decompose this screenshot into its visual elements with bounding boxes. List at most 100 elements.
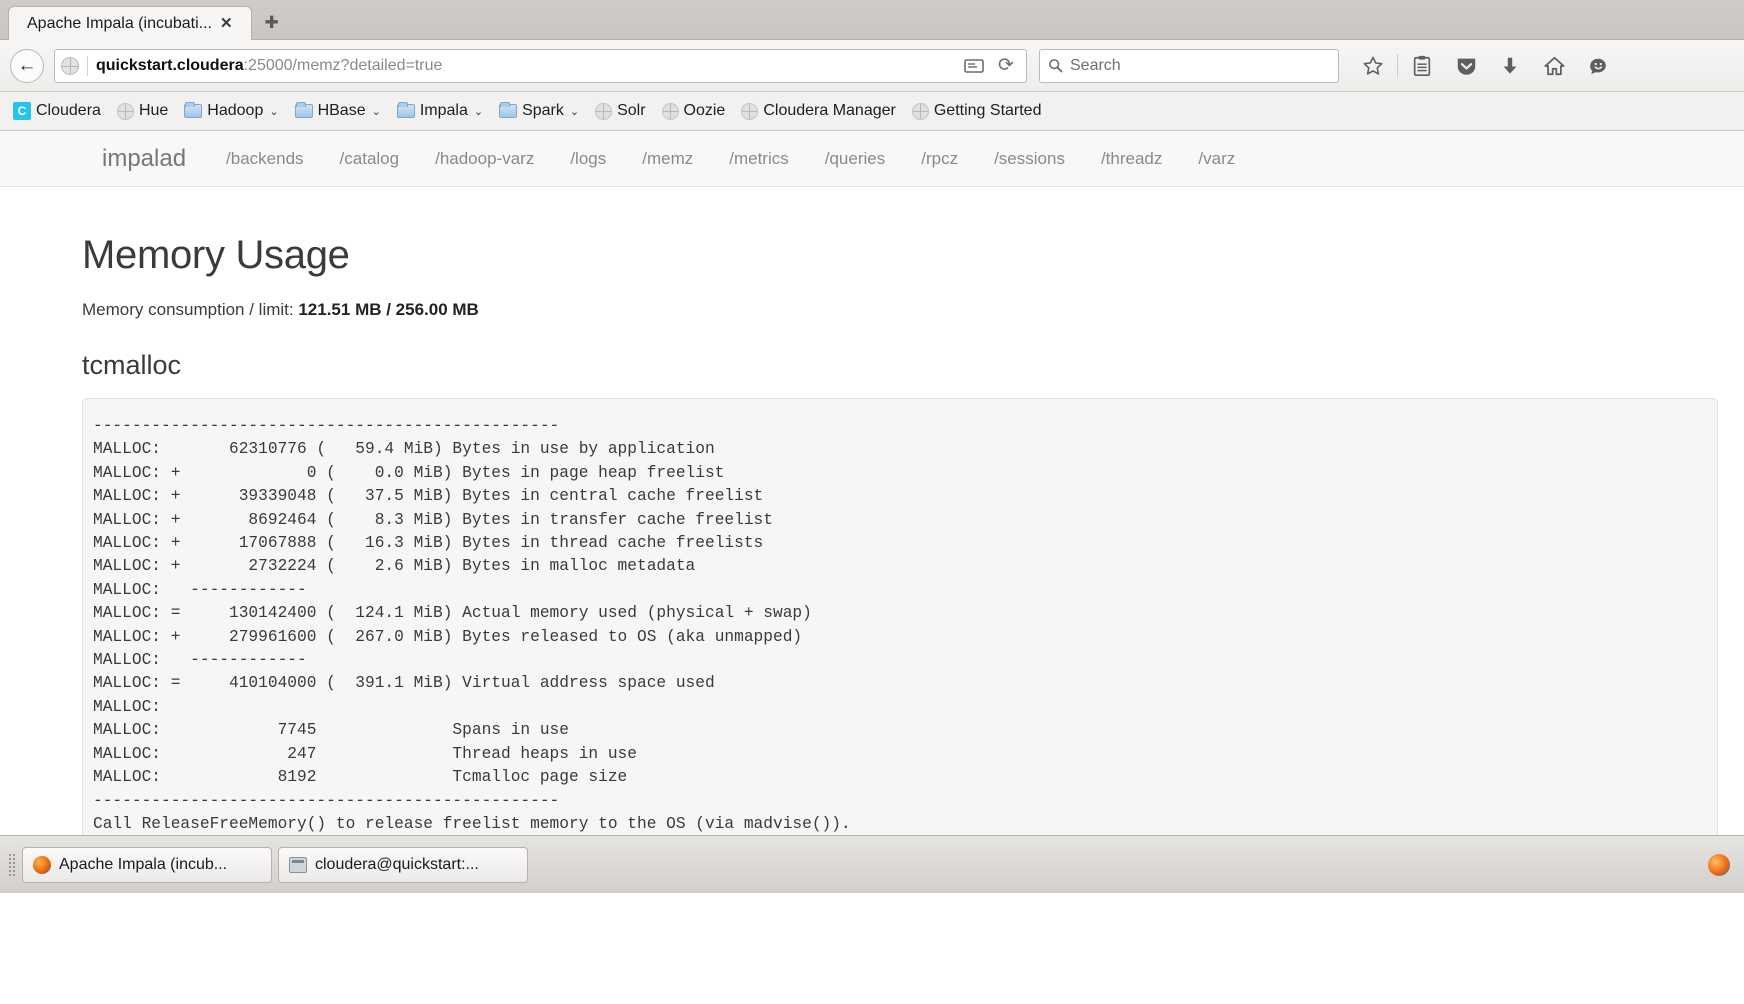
sync-smiley-icon[interactable] bbox=[1578, 49, 1618, 83]
chevron-down-icon[interactable]: ⌄ bbox=[570, 105, 579, 118]
browser-tab[interactable]: Apache Impala (incubati... ✕ bbox=[8, 6, 252, 40]
url-path: :25000/memz?detailed=true bbox=[243, 56, 443, 74]
bookmark-label: Hadoop bbox=[207, 102, 264, 119]
bookmark-label: Spark bbox=[522, 102, 564, 119]
page-title: Memory Usage bbox=[82, 233, 350, 277]
impala-nav-link-logs[interactable]: /logs bbox=[552, 149, 624, 169]
bookmark-label: Hue bbox=[138, 102, 169, 119]
bookmark-hue[interactable]: Hue bbox=[110, 99, 175, 123]
folder-icon bbox=[294, 102, 313, 118]
chevron-down-icon[interactable]: ⌄ bbox=[474, 105, 483, 118]
downloads-icon[interactable] bbox=[1490, 49, 1530, 83]
impala-nav-link-varz[interactable]: /varz bbox=[1180, 149, 1253, 169]
browser-tab-title: Apache Impala (incubati... bbox=[27, 14, 212, 32]
globe-icon bbox=[661, 102, 679, 120]
globe-icon bbox=[911, 102, 929, 120]
impala-nav-link-metrics[interactable]: /metrics bbox=[711, 149, 807, 169]
folder-icon bbox=[499, 102, 518, 118]
home-icon[interactable] bbox=[1534, 49, 1574, 83]
library-glyph bbox=[1413, 55, 1431, 76]
desktop-taskbar: Apache Impala (incub... cloudera@quicksta… bbox=[0, 835, 1744, 893]
bookmark-impala[interactable]: Impala ⌄ bbox=[390, 99, 490, 123]
impalad-brand[interactable]: impalad bbox=[80, 145, 208, 173]
cloudera-logo-icon: C bbox=[13, 102, 31, 120]
globe-icon bbox=[116, 102, 134, 120]
bookmark-star-icon[interactable] bbox=[1353, 49, 1393, 83]
system-tray bbox=[1708, 853, 1736, 876]
page-content: Memory Usage Memory consumption / limit:… bbox=[0, 187, 1744, 893]
taskbar-item[interactable]: Apache Impala (incub... bbox=[22, 846, 272, 883]
bookmark-solr[interactable]: Solr bbox=[588, 99, 652, 123]
tcmalloc-output: ----------------------------------------… bbox=[82, 398, 1718, 893]
back-button[interactable]: ← bbox=[10, 48, 44, 83]
globe-icon bbox=[595, 102, 613, 120]
search-icon bbox=[1049, 59, 1063, 73]
close-icon[interactable]: ✕ bbox=[212, 16, 241, 31]
smiley-glyph bbox=[1589, 58, 1606, 74]
bookmark-label: Cloudera Manager bbox=[763, 102, 896, 119]
toolbar-icons bbox=[1353, 49, 1618, 83]
home-glyph bbox=[1543, 56, 1565, 75]
pocket-glyph bbox=[1457, 58, 1475, 75]
bookmark-oozie[interactable]: Oozie bbox=[655, 99, 733, 123]
search-input[interactable]: Search bbox=[1070, 57, 1121, 75]
bookmark-getting-started[interactable]: Getting Started bbox=[905, 99, 1049, 123]
impala-nav-link-sessions[interactable]: /sessions bbox=[976, 149, 1083, 169]
library-icon[interactable] bbox=[1402, 49, 1442, 83]
taskbar-grip[interactable] bbox=[8, 852, 16, 878]
taskbar-item-label: Apache Impala (incub... bbox=[59, 855, 228, 873]
folder-icon bbox=[396, 102, 415, 118]
bookmark-hadoop[interactable]: Hadoop ⌄ bbox=[177, 99, 285, 123]
bookmark-label: Oozie bbox=[683, 102, 726, 119]
memory-consumption-value: 121.51 MB / 256.00 MB bbox=[298, 300, 479, 319]
reader-mode-icon[interactable] bbox=[960, 53, 988, 79]
memory-consumption-label: Memory consumption / limit: bbox=[82, 300, 299, 319]
bookmarks-bar: C Cloudera Hue Hadoop ⌄ HBase ⌄ Impala ⌄ Spark ⌄ So… bbox=[0, 92, 1744, 131]
bookmark-label: Getting Started bbox=[933, 102, 1042, 119]
page-viewport: impalad /backends/catalog/hadoop-varz/lo… bbox=[0, 131, 1744, 893]
pocket-icon[interactable] bbox=[1446, 49, 1486, 83]
new-tab-button[interactable]: ✚ bbox=[254, 8, 290, 38]
impala-nav-link-queries[interactable]: /queries bbox=[807, 149, 903, 169]
chevron-down-icon[interactable]: ⌄ bbox=[372, 105, 381, 118]
impala-nav-links: /backends/catalog/hadoop-varz/logs/memz /… bbox=[208, 149, 1253, 169]
globe-icon bbox=[741, 102, 759, 120]
impala-navbar: impalad /backends/catalog/hadoop-varz/lo… bbox=[0, 131, 1744, 187]
bookmark-label: Solr bbox=[617, 102, 646, 119]
reload-icon[interactable]: ⟳ bbox=[992, 53, 1020, 79]
reader-glyph bbox=[964, 58, 984, 73]
chevron-down-icon[interactable]: ⌄ bbox=[269, 105, 278, 118]
firefox-tray-icon[interactable] bbox=[1708, 853, 1730, 876]
browser-toolbar: ← quickstart.cloudera:25000/memz?detaile… bbox=[0, 40, 1744, 92]
impala-nav-link-rpcz[interactable]: /rpcz bbox=[903, 149, 976, 169]
folder-icon bbox=[184, 102, 203, 118]
download-arrow-glyph bbox=[1503, 57, 1517, 74]
url-divider bbox=[87, 55, 88, 76]
terminal-icon bbox=[289, 856, 307, 873]
impala-nav-link-threadz[interactable]: /threadz bbox=[1083, 149, 1180, 169]
bookmark-label: HBase bbox=[317, 102, 366, 119]
taskbar-item[interactable]: cloudera@quickstart:... bbox=[278, 846, 528, 883]
impala-nav-link-memz[interactable]: /memz bbox=[624, 149, 711, 169]
impala-nav-link-catalog[interactable]: /catalog bbox=[322, 149, 418, 169]
toolbar-divider bbox=[1397, 53, 1398, 78]
browser-tab-strip: Apache Impala (incubati... ✕ ✚ bbox=[0, 0, 1744, 40]
firefox-icon bbox=[33, 855, 51, 874]
site-identity-globe-icon bbox=[61, 56, 79, 75]
bookmark-label: Cloudera bbox=[36, 102, 101, 119]
impala-nav-link-hadoop-varz[interactable]: /hadoop-varz bbox=[417, 149, 552, 169]
bookmark-cloudera[interactable]: C Cloudera bbox=[6, 99, 108, 123]
bookmark-spark[interactable]: Spark ⌄ bbox=[492, 99, 586, 123]
bookmark-label: Impala bbox=[419, 102, 468, 119]
memory-consumption-line: Memory consumption / limit: 121.51 MB / … bbox=[82, 300, 1744, 320]
bookmark-hbase[interactable]: HBase ⌄ bbox=[288, 99, 388, 123]
star-glyph bbox=[1363, 56, 1383, 75]
address-bar[interactable]: quickstart.cloudera:25000/memz?detailed=… bbox=[54, 48, 1027, 83]
impala-nav-link-backends[interactable]: /backends bbox=[208, 149, 322, 169]
tcmalloc-section-title: tcmalloc bbox=[82, 350, 182, 380]
bookmark-cloudera-manager[interactable]: Cloudera Manager bbox=[734, 99, 903, 123]
address-bar-actions: ⟳ bbox=[960, 53, 1020, 79]
search-bar[interactable]: Search bbox=[1039, 48, 1339, 83]
url-text: quickstart.cloudera:25000/memz?detailed=… bbox=[96, 57, 960, 75]
taskbar-item-label: cloudera@quickstart:... bbox=[315, 855, 479, 873]
